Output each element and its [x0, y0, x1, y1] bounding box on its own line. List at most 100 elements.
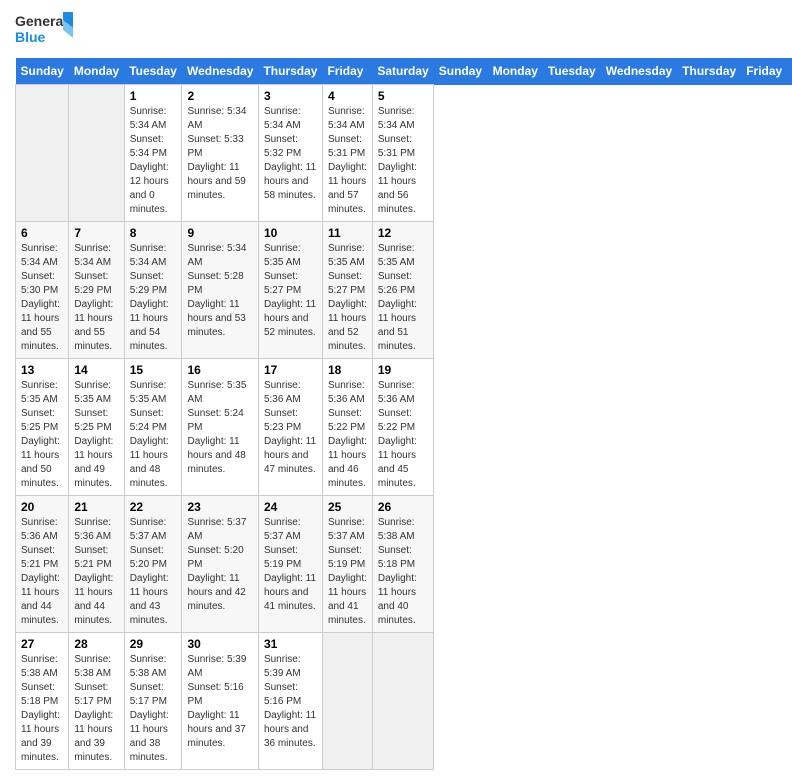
day-info: Sunrise: 5:34 AMSunset: 5:28 PMDaylight:… — [187, 242, 252, 340]
day-number: 25 — [328, 500, 367, 514]
day-info: Sunrise: 5:38 AMSunset: 5:18 PMDaylight:… — [378, 516, 428, 628]
day-cell-13: 13 Sunrise: 5:35 AMSunset: 5:25 PMDayligh… — [16, 359, 69, 496]
day-number: 16 — [187, 363, 252, 377]
day-info: Sunrise: 5:35 AMSunset: 5:24 PMDaylight:… — [187, 379, 252, 477]
day-number: 27 — [21, 637, 63, 651]
day-number: 22 — [130, 500, 177, 514]
day-info: Sunrise: 5:35 AMSunset: 5:25 PMDaylight:… — [74, 379, 118, 491]
day-number: 31 — [264, 637, 317, 651]
week-row-1: 1Sunrise: 5:34 AMSunset: 5:34 PMDaylight… — [16, 85, 792, 222]
svg-text:General: General — [15, 13, 67, 29]
day-cell-31: 31Sunrise: 5:39 AMSunset: 5:16 PMDayligh… — [258, 633, 322, 770]
day-info: Sunrise: 5:36 AMSunset: 5:22 PMDaylight:… — [378, 379, 428, 491]
day-number: 17 — [264, 363, 317, 377]
day-cell-9: 9 Sunrise: 5:34 AMSunset: 5:28 PMDaylight… — [182, 222, 258, 359]
col-header-friday: Friday — [322, 58, 372, 85]
col-header-thursday: Thursday — [677, 58, 741, 85]
day-cell-6: 6 Sunrise: 5:34 AMSunset: 5:30 PMDaylight… — [16, 222, 69, 359]
day-number: 24 — [264, 500, 317, 514]
page-header: General Blue — [15, 10, 777, 50]
day-number: 1 — [130, 89, 177, 103]
day-cell-15: 15 Sunrise: 5:35 AMSunset: 5:24 PMDayligh… — [124, 359, 182, 496]
day-number: 21 — [74, 500, 118, 514]
empty-cell — [69, 85, 124, 222]
logo: General Blue — [15, 10, 75, 50]
logo-icon: General Blue — [15, 10, 75, 50]
day-cell-17: 17 Sunrise: 5:36 AMSunset: 5:23 PMDayligh… — [258, 359, 322, 496]
day-cell-14: 14 Sunrise: 5:35 AMSunset: 5:25 PMDayligh… — [69, 359, 124, 496]
day-number: 23 — [187, 500, 252, 514]
day-cell-28: 28 Sunrise: 5:38 AMSunset: 5:17 PMDayligh… — [69, 633, 124, 770]
col-header-saturday: Saturday — [372, 58, 433, 85]
empty-cell — [372, 633, 433, 770]
day-cell-16: 16 Sunrise: 5:35 AMSunset: 5:24 PMDayligh… — [182, 359, 258, 496]
empty-cell — [16, 85, 69, 222]
day-info: Sunrise: 5:38 AMSunset: 5:17 PMDaylight:… — [74, 653, 118, 765]
day-cell-3: 3 Sunrise: 5:34 AMSunset: 5:32 PMDaylight… — [258, 85, 322, 222]
day-info: Sunrise: 5:34 AMSunset: 5:31 PMDaylight:… — [378, 105, 428, 217]
day-cell-27: 27 Sunrise: 5:38 AMSunset: 5:18 PMDayligh… — [16, 633, 69, 770]
day-cell-4: 4 Sunrise: 5:34 AMSunset: 5:31 PMDaylight… — [322, 85, 372, 222]
col-header-tuesday: Tuesday — [124, 58, 182, 85]
day-info: Sunrise: 5:37 AMSunset: 5:19 PMDaylight:… — [264, 516, 317, 614]
day-number: 2 — [187, 89, 252, 103]
day-cell-2: 2 Sunrise: 5:34 AMSunset: 5:33 PMDaylight… — [182, 85, 258, 222]
day-cell-8: 8Sunrise: 5:34 AMSunset: 5:29 PMDaylight… — [124, 222, 182, 359]
day-number: 11 — [328, 226, 367, 240]
day-number: 13 — [21, 363, 63, 377]
day-info: Sunrise: 5:34 AMSunset: 5:32 PMDaylight:… — [264, 105, 317, 203]
col-header-sunday: Sunday — [434, 58, 488, 85]
svg-text:Blue: Blue — [15, 29, 46, 45]
week-row-2: 6 Sunrise: 5:34 AMSunset: 5:30 PMDaylight… — [16, 222, 792, 359]
col-header-thursday: Thursday — [258, 58, 322, 85]
day-cell-1: 1Sunrise: 5:34 AMSunset: 5:34 PMDaylight… — [124, 85, 182, 222]
day-info: Sunrise: 5:34 AMSunset: 5:33 PMDaylight:… — [187, 105, 252, 203]
day-number: 4 — [328, 89, 367, 103]
day-number: 9 — [187, 226, 252, 240]
day-number: 28 — [74, 637, 118, 651]
col-header-wednesday: Wednesday — [182, 58, 258, 85]
day-info: Sunrise: 5:36 AMSunset: 5:22 PMDaylight:… — [328, 379, 367, 491]
day-info: Sunrise: 5:34 AMSunset: 5:29 PMDaylight:… — [74, 242, 118, 354]
day-cell-5: 5 Sunrise: 5:34 AMSunset: 5:31 PMDaylight… — [372, 85, 433, 222]
day-number: 12 — [378, 226, 428, 240]
day-info: Sunrise: 5:35 AMSunset: 5:27 PMDaylight:… — [328, 242, 367, 354]
day-info: Sunrise: 5:34 AMSunset: 5:30 PMDaylight:… — [21, 242, 63, 354]
day-number: 29 — [130, 637, 177, 651]
day-info: Sunrise: 5:34 AMSunset: 5:31 PMDaylight:… — [328, 105, 367, 217]
col-header-sunday: Sunday — [16, 58, 69, 85]
day-number: 26 — [378, 500, 428, 514]
day-cell-7: 7Sunrise: 5:34 AMSunset: 5:29 PMDaylight… — [69, 222, 124, 359]
week-row-5: 27 Sunrise: 5:38 AMSunset: 5:18 PMDayligh… — [16, 633, 792, 770]
day-info: Sunrise: 5:35 AMSunset: 5:27 PMDaylight:… — [264, 242, 317, 340]
day-info: Sunrise: 5:36 AMSunset: 5:23 PMDaylight:… — [264, 379, 317, 477]
day-cell-11: 11 Sunrise: 5:35 AMSunset: 5:27 PMDayligh… — [322, 222, 372, 359]
day-info: Sunrise: 5:35 AMSunset: 5:25 PMDaylight:… — [21, 379, 63, 491]
day-info: Sunrise: 5:34 AMSunset: 5:29 PMDaylight:… — [130, 242, 177, 354]
day-info: Sunrise: 5:38 AMSunset: 5:18 PMDaylight:… — [21, 653, 63, 765]
day-info: Sunrise: 5:38 AMSunset: 5:17 PMDaylight:… — [130, 653, 177, 765]
day-number: 5 — [378, 89, 428, 103]
day-cell-10: 10 Sunrise: 5:35 AMSunset: 5:27 PMDayligh… — [258, 222, 322, 359]
day-number: 14 — [74, 363, 118, 377]
day-number: 19 — [378, 363, 428, 377]
week-row-3: 13 Sunrise: 5:35 AMSunset: 5:25 PMDayligh… — [16, 359, 792, 496]
day-cell-18: 18Sunrise: 5:36 AMSunset: 5:22 PMDayligh… — [322, 359, 372, 496]
day-info: Sunrise: 5:37 AMSunset: 5:19 PMDaylight:… — [328, 516, 367, 628]
day-info: Sunrise: 5:36 AMSunset: 5:21 PMDaylight:… — [74, 516, 118, 628]
col-header-friday: Friday — [741, 58, 787, 85]
day-number: 20 — [21, 500, 63, 514]
header-row: SundayMondayTuesdayWednesdayThursdayFrid… — [16, 58, 792, 85]
day-cell-30: 30Sunrise: 5:39 AMSunset: 5:16 PMDayligh… — [182, 633, 258, 770]
col-header-wednesday: Wednesday — [601, 58, 677, 85]
day-number: 3 — [264, 89, 317, 103]
day-info: Sunrise: 5:35 AMSunset: 5:26 PMDaylight:… — [378, 242, 428, 354]
day-number: 15 — [130, 363, 177, 377]
day-cell-19: 19 Sunrise: 5:36 AMSunset: 5:22 PMDayligh… — [372, 359, 433, 496]
col-header-monday: Monday — [69, 58, 124, 85]
day-number: 6 — [21, 226, 63, 240]
day-number: 10 — [264, 226, 317, 240]
empty-cell — [322, 633, 372, 770]
day-info: Sunrise: 5:35 AMSunset: 5:24 PMDaylight:… — [130, 379, 177, 491]
day-cell-29: 29 Sunrise: 5:38 AMSunset: 5:17 PMDayligh… — [124, 633, 182, 770]
